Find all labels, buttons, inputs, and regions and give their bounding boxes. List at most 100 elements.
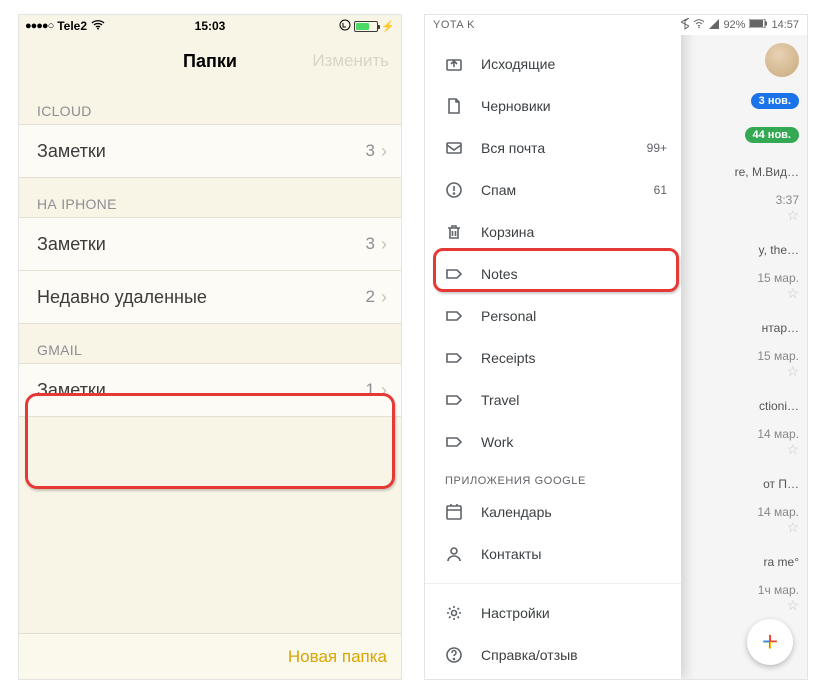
gmail-drawer-screen: YOTA K 92% 14:57 Исходящие Черновики Вся п… bbox=[424, 14, 808, 680]
folder-label: Заметки bbox=[37, 141, 366, 162]
star-icon[interactable]: ☆ bbox=[757, 363, 799, 380]
label-icon bbox=[445, 265, 463, 283]
nav-bar: Папки Изменить bbox=[19, 37, 401, 85]
new-folder-button[interactable]: Новая папка bbox=[288, 647, 387, 667]
carrier-label: Tele2 bbox=[57, 19, 87, 33]
divider bbox=[425, 583, 681, 584]
inbox-row-peek[interactable]: re, М.Вид…3:37☆ bbox=[735, 165, 799, 224]
compose-fab[interactable]: + bbox=[747, 619, 793, 665]
battery-percent: 92% bbox=[723, 19, 745, 31]
folder-row-gmail-notes[interactable]: Заметки 1 › bbox=[19, 363, 401, 417]
wifi-icon bbox=[693, 19, 705, 32]
folder-count: 2 bbox=[366, 287, 375, 307]
drawer-section-header-apps: ПРИЛОЖЕНИЯ GOOGLE bbox=[425, 463, 681, 491]
folder-count: 3 bbox=[366, 141, 375, 161]
drawer-item-label: Черновики bbox=[481, 98, 667, 114]
battery-icon bbox=[354, 21, 378, 32]
wifi-icon bbox=[91, 19, 105, 33]
page-title: Папки bbox=[183, 51, 237, 72]
settings-icon bbox=[445, 604, 463, 622]
drawer-item-label: Календарь bbox=[481, 504, 667, 520]
rotation-lock-icon bbox=[339, 19, 351, 34]
drawer-app-calendar[interactable]: Календарь bbox=[425, 491, 681, 533]
star-icon[interactable]: ☆ bbox=[757, 285, 799, 302]
star-icon[interactable]: ☆ bbox=[735, 207, 799, 224]
drawer-item-label: Work bbox=[481, 434, 667, 450]
allmail-icon bbox=[445, 139, 463, 157]
inbox-row-peek[interactable]: от П…14 мар.☆ bbox=[757, 477, 799, 536]
calendar-icon bbox=[445, 503, 463, 521]
inbox-row-peek[interactable]: y, the…15 мар.☆ bbox=[757, 243, 799, 302]
folder-label: Заметки bbox=[37, 234, 366, 255]
drawer-item-вся почта[interactable]: Вся почта 99+ bbox=[425, 127, 681, 169]
drawer-item-label: Notes bbox=[481, 266, 667, 282]
file-icon bbox=[445, 97, 463, 115]
label-icon bbox=[445, 391, 463, 409]
help-icon bbox=[445, 646, 463, 664]
unread-chip: 3 нов. bbox=[751, 93, 799, 109]
folder-count: 1 bbox=[366, 380, 375, 400]
navigation-drawer: Исходящие Черновики Вся почта 99+ Спам61 Корз… bbox=[425, 15, 681, 679]
drawer-item-personal[interactable]: Personal bbox=[425, 295, 681, 337]
clock: 15:03 bbox=[148, 19, 271, 33]
drawer-item-label: Спам bbox=[481, 182, 636, 198]
folder-row-iphone-notes[interactable]: Заметки 3 › bbox=[19, 217, 401, 271]
folder-row-iphone-trash[interactable]: Недавно удаленные 2 › bbox=[19, 270, 401, 324]
chevron-right-icon: › bbox=[381, 287, 387, 308]
inbox-row-peek[interactable]: нтар…15 мар.☆ bbox=[757, 321, 799, 380]
drawer-help[interactable]: Справка/отзыв bbox=[425, 634, 681, 676]
drawer-item-label: Вся почта bbox=[481, 140, 629, 156]
ios-notes-screen: ●●●●○ Tele2 15:03 ⚡ Папки Изменить ICLOU… bbox=[18, 14, 402, 680]
star-icon[interactable]: ☆ bbox=[757, 519, 799, 536]
plus-icon: + bbox=[762, 626, 778, 658]
drawer-item-label: Personal bbox=[481, 308, 667, 324]
unread-chip: 44 нов. bbox=[745, 127, 799, 143]
drawer-item-label: Контакты bbox=[481, 546, 667, 562]
chevron-right-icon: › bbox=[381, 234, 387, 255]
section-header-iphone: НА IPHONE bbox=[19, 178, 401, 218]
signal-icon bbox=[709, 19, 719, 32]
drawer-item-travel[interactable]: Travel bbox=[425, 379, 681, 421]
inbox-backdrop: 3 нов. 44 нов. re, М.Вид…3:37☆ y, the…15 м… bbox=[681, 15, 807, 679]
toolbar: Новая папка bbox=[19, 633, 401, 679]
drawer-item-спам[interactable]: Спам61 bbox=[425, 169, 681, 211]
trash-icon bbox=[445, 223, 463, 241]
battery-icon bbox=[749, 19, 767, 31]
drawer-app-contacts[interactable]: Контакты bbox=[425, 533, 681, 575]
drawer-item-label: Receipts bbox=[481, 350, 667, 366]
folder-label: Недавно удаленные bbox=[37, 287, 366, 308]
drawer-item-notes[interactable]: Notes bbox=[425, 253, 681, 295]
inbox-row-peek[interactable]: ctioni…14 мар.☆ bbox=[757, 399, 799, 458]
drawer-item-черновики[interactable]: Черновики bbox=[425, 85, 681, 127]
label-icon bbox=[445, 349, 463, 367]
star-icon[interactable]: ☆ bbox=[757, 441, 799, 458]
section-header-icloud: ICLOUD bbox=[19, 85, 401, 125]
folder-count: 3 bbox=[366, 234, 375, 254]
avatar[interactable] bbox=[765, 43, 799, 77]
carrier-label: YOTA K bbox=[433, 19, 681, 31]
bluetooth-icon bbox=[681, 18, 689, 33]
folder-row-icloud-notes[interactable]: Заметки 3 › bbox=[19, 124, 401, 178]
drawer-settings[interactable]: Настройки bbox=[425, 592, 681, 634]
chevron-right-icon: › bbox=[381, 141, 387, 162]
drawer-item-label: Корзина bbox=[481, 224, 667, 240]
section-header-gmail: GMAIL bbox=[19, 324, 401, 364]
drawer-item-label: Исходящие bbox=[481, 56, 667, 72]
spam-icon bbox=[445, 181, 463, 199]
drawer-item-label: Travel bbox=[481, 392, 667, 408]
star-icon[interactable]: ☆ bbox=[758, 597, 799, 614]
ios-status-bar: ●●●●○ Tele2 15:03 ⚡ bbox=[19, 15, 401, 37]
drawer-item-label: Настройки bbox=[481, 605, 667, 621]
drawer-item-исходящие[interactable]: Исходящие bbox=[425, 43, 681, 85]
drawer-item-count: 99+ bbox=[647, 141, 667, 155]
contacts-icon bbox=[445, 545, 463, 563]
inbox-row-peek[interactable]: ra me°1ч мар.☆ bbox=[758, 555, 799, 614]
drawer-item-корзина[interactable]: Корзина bbox=[425, 211, 681, 253]
drawer-item-work[interactable]: Work bbox=[425, 421, 681, 463]
drawer-item-label: Справка/отзыв bbox=[481, 647, 667, 663]
drawer-item-receipts[interactable]: Receipts bbox=[425, 337, 681, 379]
edit-button[interactable]: Изменить bbox=[312, 51, 389, 71]
folder-label: Заметки bbox=[37, 380, 366, 401]
clock: 14:57 bbox=[771, 19, 799, 31]
label-icon bbox=[445, 307, 463, 325]
